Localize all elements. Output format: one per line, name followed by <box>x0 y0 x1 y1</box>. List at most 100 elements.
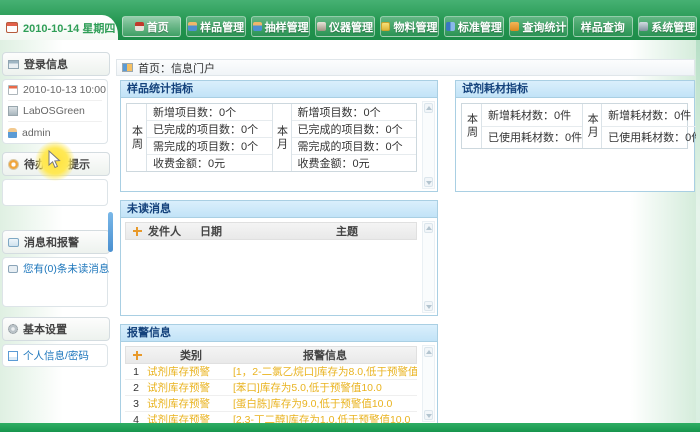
nav-tab-sampling-mgmt[interactable]: 抽样管理 <box>251 16 310 37</box>
stat-row: 已完成的项目数：0个 <box>292 121 417 138</box>
alarm-message[interactable]: [蛋白胨]库存为9.0,低于预警值10.0 <box>233 396 417 411</box>
section-title: 基本设置 <box>23 321 67 337</box>
scroll-down-icon[interactable] <box>424 177 433 187</box>
nav-tab-label: 物料管理 <box>393 19 437 35</box>
unread-messages-link[interactable]: 您有(0)条未读消息 <box>23 261 109 276</box>
column-sender: 发件人 <box>148 223 200 239</box>
nav-tab-home[interactable]: 首页 <box>122 16 181 37</box>
panel-alarms: 报警信息 类别 报警信息 1 试剂库存预警 [1，2-二氯乙烷口]库存为8.0,… <box>120 324 438 424</box>
table-header-row: 发件人 日期 主题 <box>125 222 417 240</box>
nav-tab-label: 样品管理 <box>200 19 244 35</box>
header-bar: 2010-10-14 星期四 首页 样品管理 抽样管理 仪器管理 物料管理 <box>0 0 700 40</box>
panel-reagent-stats: 试剂耗材指标 本周 新增耗材数：0件 已使用耗材数：0件 本月 新增耗材数：0件… <box>455 80 695 192</box>
nav-tab-instrument-mgmt[interactable]: 仪器管理 <box>315 16 374 37</box>
week-label: 本周 <box>462 104 482 148</box>
panel-scrollbar[interactable] <box>422 221 435 313</box>
panel-scrollbar[interactable] <box>422 345 435 422</box>
panel-body: 本周 新增耗材数：0件 已使用耗材数：0件 本月 新增耗材数：0件 已使用耗材数… <box>456 99 694 191</box>
user-icon <box>8 128 17 138</box>
profile-item[interactable]: 个人信息/密码 <box>8 345 102 366</box>
message-icon <box>8 265 18 273</box>
sidebar-section-messages[interactable]: 消息和报警 <box>2 230 110 254</box>
scroll-up-icon[interactable] <box>424 103 433 113</box>
move-icon <box>133 351 142 360</box>
panel-title: 试剂耗材指标 <box>456 81 694 98</box>
panel-body: 发件人 日期 主题 <box>121 219 437 315</box>
nav-tab-label: 首页 <box>147 19 169 35</box>
material-icon <box>381 22 390 31</box>
stat-row: 新增耗材数：0件 <box>482 104 582 127</box>
calendar-icon <box>8 85 18 95</box>
month-label: 本月 <box>582 104 602 148</box>
stat-row: 新增项目数：0个 <box>292 104 417 121</box>
stat-row: 已完成的项目数：0个 <box>147 121 272 138</box>
nav-tab-standard-mgmt[interactable]: 标准管理 <box>444 16 503 37</box>
alarm-message[interactable]: [苯口]库存为5.0,低于预警值10.0 <box>233 380 417 395</box>
stat-row: 需完成的项目数：0个 <box>292 138 417 155</box>
unread-messages-item[interactable]: 您有(0)条未读消息 <box>8 258 102 279</box>
nav-tab-query-stats[interactable]: 查询统计 <box>509 16 568 37</box>
section-title: 登录信息 <box>24 56 68 72</box>
sidebar-splitter-handle[interactable] <box>108 212 113 252</box>
query-icon <box>510 22 519 31</box>
chat-icon <box>8 238 19 247</box>
login-org: LabOSGreen <box>23 105 85 117</box>
profile-password-link[interactable]: 个人信息/密码 <box>23 348 89 363</box>
move-icon <box>133 227 142 236</box>
scroll-up-icon[interactable] <box>424 347 433 357</box>
messages-box: 您有(0)条未读消息 <box>2 257 108 307</box>
alarm-message[interactable]: [1，2-二氯乙烷口]库存为8.0,低于预警值10.0 <box>233 364 417 379</box>
alarm-row[interactable]: 1 试剂库存预警 [1，2-二氯乙烷口]库存为8.0,低于预警值10.0 <box>125 364 417 380</box>
move-handle[interactable] <box>126 351 148 360</box>
nav-tab-sample-mgmt[interactable]: 样品管理 <box>186 16 245 37</box>
clock-icon <box>8 159 19 170</box>
sidebar-section-settings[interactable]: 基本设置 <box>2 317 110 341</box>
login-time: 2010-10-13 10:00 <box>23 84 106 96</box>
home-icon <box>135 22 144 31</box>
panel-title: 报警信息 <box>121 325 437 342</box>
alarm-row[interactable]: 2 试剂库存预警 [苯口]库存为5.0,低于预警值10.0 <box>125 380 417 396</box>
login-info-box: 2010-10-13 10:00 LabOSGreen admin <box>2 79 108 144</box>
document-icon <box>8 351 18 361</box>
footer-bar <box>0 423 700 432</box>
scroll-up-icon[interactable] <box>424 223 433 233</box>
nav-tab-system-mgmt[interactable]: 系统管理 <box>638 16 697 37</box>
alarm-category[interactable]: 试剂库存预警 <box>147 364 233 379</box>
scroll-down-icon[interactable] <box>424 410 433 420</box>
main-nav: 首页 样品管理 抽样管理 仪器管理 物料管理 标准管理 <box>122 16 697 37</box>
nav-tab-material-mgmt[interactable]: 物料管理 <box>380 16 439 37</box>
scroll-down-icon[interactable] <box>424 301 433 311</box>
alarm-category[interactable]: 试剂库存预警 <box>147 380 233 395</box>
app-window: 2010-10-14 星期四 首页 样品管理 抽样管理 仪器管理 物料管理 <box>0 0 700 432</box>
panel-title: 样品统计指标 <box>121 81 437 98</box>
person-icon <box>253 22 262 31</box>
nav-tab-sample-query[interactable]: 样品查询 <box>573 16 632 37</box>
week-label: 本周 <box>127 104 147 171</box>
login-time-item: 2010-10-13 10:00 <box>8 80 102 101</box>
date-chip: 2010-10-14 星期四 <box>0 15 118 40</box>
stat-row: 已使用耗材数：0件 <box>602 127 700 149</box>
move-handle[interactable] <box>126 227 148 236</box>
stat-row: 新增项目数：0个 <box>147 104 272 121</box>
todo-box <box>2 179 108 206</box>
sidebar-section-todo[interactable]: 待办工作提示 <box>2 152 110 176</box>
system-icon <box>639 22 648 31</box>
building-icon <box>8 106 18 116</box>
panel-scrollbar[interactable] <box>422 101 435 189</box>
sidebar-section-login[interactable]: 登录信息 <box>2 52 110 76</box>
panel-body: 本周 新增项目数：0个 已完成的项目数：0个 需完成的项目数：0个 收费金额：0… <box>121 99 437 191</box>
panel-body: 类别 报警信息 1 试剂库存预警 [1，2-二氯乙烷口]库存为8.0,低于预警值… <box>121 343 437 424</box>
alarm-category[interactable]: 试剂库存预警 <box>147 396 233 411</box>
panel-unread-messages: 未读消息 发件人 日期 主题 <box>120 200 438 316</box>
month-rows: 新增项目数：0个 已完成的项目数：0个 需完成的项目数：0个 收费金额：0元 <box>292 104 417 171</box>
nav-tab-label: 系统管理 <box>651 19 695 35</box>
sidebar: 登录信息 2010-10-13 10:00 LabOSGreen admin 待… <box>0 44 113 422</box>
stat-row: 收费金额：0元 <box>292 155 417 171</box>
month-label: 本月 <box>272 104 292 171</box>
gear-icon <box>8 324 18 334</box>
alarm-row[interactable]: 3 试剂库存预警 [蛋白胨]库存为9.0,低于预警值10.0 <box>125 396 417 412</box>
current-date-label: 2010-10-14 星期四 <box>23 20 115 36</box>
settings-box: 个人信息/密码 <box>2 344 108 367</box>
login-org-item: LabOSGreen <box>8 101 102 122</box>
login-icon <box>8 60 19 69</box>
